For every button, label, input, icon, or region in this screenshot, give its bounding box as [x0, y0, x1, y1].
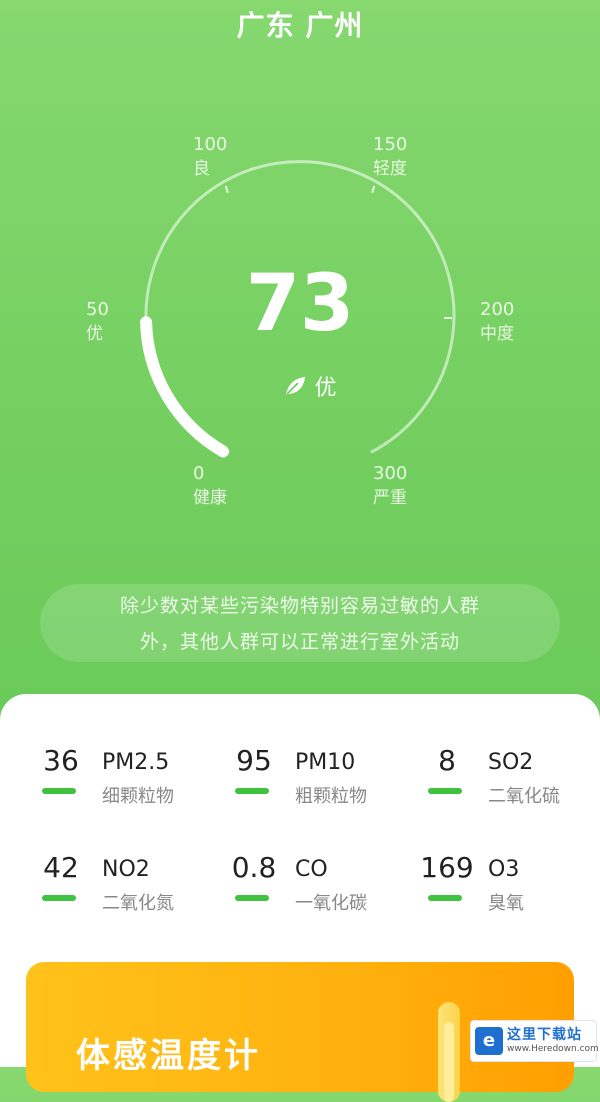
advice-line-1: 除少数对某些污染物特别容易过敏的人群 — [119, 595, 480, 617]
pollutant-o3[interactable]: 169 O3 臭氧 — [416, 851, 600, 921]
scale-150: 150 轻度 — [373, 134, 408, 179]
pollutant-value: 95 — [236, 744, 272, 777]
pollutant-co[interactable]: 0.8 CO 一氧化碳 — [223, 851, 413, 921]
pollutant-code: SO2 — [488, 750, 534, 775]
pollutant-code: PM2.5 — [102, 750, 170, 775]
pollutant-name: 粗颗粒物 — [295, 786, 367, 807]
scale-50: 50 优 — [86, 299, 109, 344]
aqi-level-label: 优 — [314, 376, 337, 401]
pollutant-no2[interactable]: 42 NO2 二氧化氮 — [30, 851, 220, 921]
leaf-icon — [286, 377, 306, 395]
health-advice: 除少数对某些污染物特别容易过敏的人群 外，其他人群可以正常进行室外活动 — [40, 584, 560, 662]
pollutant-level-bar — [42, 788, 76, 794]
pollutant-name: 二氧化硫 — [488, 786, 560, 807]
pollutant-pm10[interactable]: 95 PM10 粗颗粒物 — [223, 744, 413, 814]
advice-line-2: 外，其他人群可以正常进行室外活动 — [139, 631, 460, 653]
scale-300: 300 严重 — [373, 463, 408, 508]
aqi-level: 优 — [270, 370, 350, 401]
tick-150 — [371, 185, 376, 193]
pollutant-level-bar — [235, 788, 269, 794]
pollutant-code: NO2 — [102, 857, 150, 882]
pollutant-level-bar — [42, 895, 76, 901]
scale-100: 100 良 — [193, 134, 228, 179]
pollutant-pm25[interactable]: 36 PM2.5 细颗粒物 — [30, 744, 220, 814]
pollutant-code: O3 — [488, 857, 520, 882]
pollutant-value: 0.8 — [231, 851, 277, 884]
thermometer-icon — [438, 1002, 460, 1102]
aqi-value: 73 — [245, 259, 355, 349]
pollutant-code: CO — [295, 857, 328, 882]
watermark-text: 这里下载站 — [507, 1027, 582, 1043]
tick-100 — [224, 185, 229, 193]
watermark-url: www.Heredown.com — [507, 1044, 599, 1054]
scale-200: 200 中度 — [480, 299, 515, 344]
pollutant-name: 二氧化氮 — [102, 893, 174, 914]
pollutant-name: 臭氧 — [488, 893, 524, 914]
pollutant-name: 细颗粒物 — [102, 786, 174, 807]
pollutant-level-bar — [428, 895, 462, 901]
pollutant-value: 8 — [438, 744, 456, 777]
watermark-logo-icon: e — [475, 1027, 503, 1055]
scale-0: 0 健康 — [193, 463, 227, 508]
pollutant-value: 36 — [43, 744, 79, 777]
pollutant-level-bar — [235, 895, 269, 901]
pollutant-level-bar — [428, 788, 462, 794]
watermark: e 这里下载站 www.Heredown.com — [470, 1020, 599, 1062]
banner-title: 体感温度计 — [76, 1036, 261, 1076]
pollutant-code: PM10 — [295, 750, 356, 775]
pollutant-value: 42 — [43, 851, 79, 884]
pollutant-so2[interactable]: 8 SO2 二氧化硫 — [416, 744, 600, 814]
pollutant-value: 169 — [420, 851, 474, 884]
pollutant-name: 一氧化碳 — [295, 893, 367, 914]
